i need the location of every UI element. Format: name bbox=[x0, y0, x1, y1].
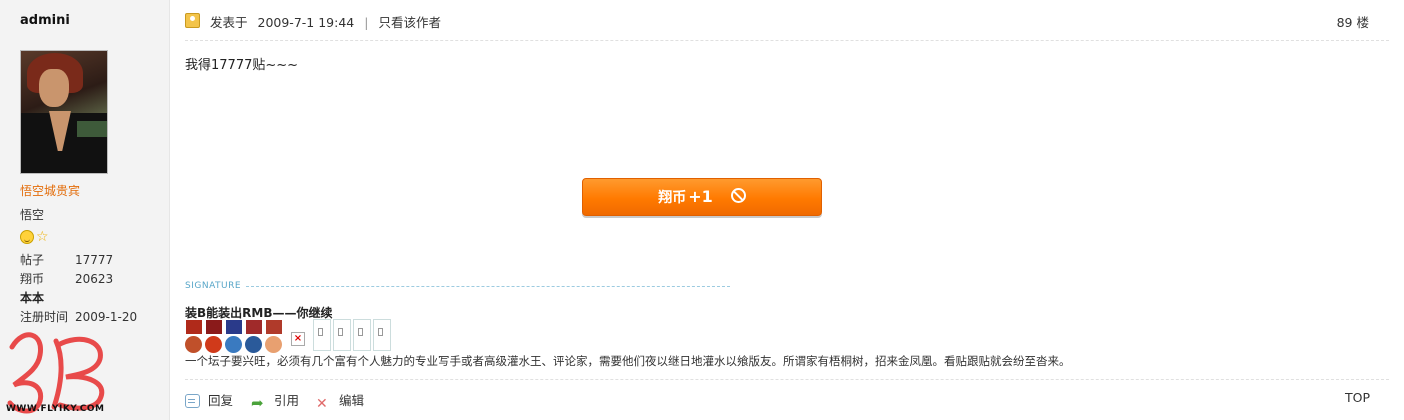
post-content: 我得17777贴~~~ bbox=[185, 58, 299, 73]
author-avatar[interactable] bbox=[20, 50, 108, 174]
reward-coin-button[interactable]: 翔币 +1 bbox=[582, 178, 822, 216]
post-footer-divider bbox=[185, 379, 1389, 380]
smiley-icon bbox=[20, 229, 34, 244]
broken-image-icon bbox=[313, 319, 331, 351]
post-header: 发表于 2009-7-1 19:44 | 只看该作者 89 楼 bbox=[185, 12, 1389, 41]
stat-notebook: 本本 bbox=[20, 291, 45, 305]
badge-icon bbox=[205, 336, 222, 353]
site-logo-text: WWW.FLYIKY.COM bbox=[6, 404, 105, 414]
reply-icon bbox=[185, 394, 200, 408]
broken-image-icon bbox=[333, 319, 351, 351]
quote-button[interactable]: ➦ 引用 bbox=[251, 390, 299, 412]
badge-icon bbox=[225, 319, 243, 335]
badge-icon bbox=[245, 336, 262, 353]
post-meta: 发表于 2009-7-1 19:44 | 只看该作者 bbox=[210, 12, 441, 31]
quote-arrow-icon: ➦ bbox=[251, 394, 264, 412]
post-main: 发表于 2009-7-1 19:44 | 只看该作者 89 楼 我得17777贴… bbox=[170, 0, 1404, 420]
post-floor: 89 楼 bbox=[1336, 15, 1369, 30]
author-stats: 帖子 17777 翔币 20623 本本 注册时间 2009-1-20 bbox=[20, 251, 170, 327]
badge-icon bbox=[185, 319, 203, 335]
star-icon: ☆ bbox=[36, 228, 49, 245]
broken-image-icon: × bbox=[291, 332, 305, 346]
meta-separator: | bbox=[364, 15, 369, 30]
badge-icon bbox=[225, 336, 242, 353]
reward-value: +1 bbox=[688, 187, 713, 206]
only-author-link[interactable]: 只看该作者 bbox=[378, 15, 441, 30]
reply-button[interactable]: 回复 bbox=[185, 390, 233, 409]
posted-label: 发表于 bbox=[210, 15, 248, 30]
broken-image-icon bbox=[353, 319, 371, 351]
edit-button[interactable]: ✕ 编辑 bbox=[316, 390, 364, 411]
broken-image-icon bbox=[373, 319, 391, 351]
posted-time: 2009-7-1 19:44 bbox=[257, 15, 355, 30]
reward-label: 翔币 bbox=[658, 190, 687, 206]
badge-icon bbox=[185, 336, 202, 353]
back-to-top-link[interactable]: TOP bbox=[1345, 390, 1370, 405]
badge-icon bbox=[265, 336, 282, 353]
author-sidebar: admini 悟空城贵宾 悟空 ☆ 帖子 17777 翔币 20623 本本 注册时… bbox=[0, 0, 170, 420]
signature-label: SIGNATURE bbox=[185, 281, 242, 291]
edit-icon: ✕ bbox=[316, 396, 328, 412]
ban-icon bbox=[730, 188, 746, 203]
author-rank: 悟空城贵宾 bbox=[20, 184, 81, 198]
stat-posts: 帖子 17777 bbox=[20, 253, 114, 267]
badge-icon bbox=[265, 319, 283, 335]
signature-text: 一个坛子要兴旺，必须有几个富有个人魅力的专业写手或者高级灌水王、评论家，需要他们… bbox=[185, 354, 1071, 368]
stat-coins: 翔币 20623 bbox=[20, 272, 114, 286]
author-username[interactable]: admini bbox=[20, 13, 70, 28]
author-medals: ☆ bbox=[20, 229, 51, 244]
author-nickname: 悟空 bbox=[20, 208, 45, 222]
badge-icon bbox=[245, 319, 263, 335]
badge-icon bbox=[205, 319, 223, 335]
author-online-icon bbox=[185, 13, 200, 28]
signature-divider bbox=[246, 286, 730, 287]
